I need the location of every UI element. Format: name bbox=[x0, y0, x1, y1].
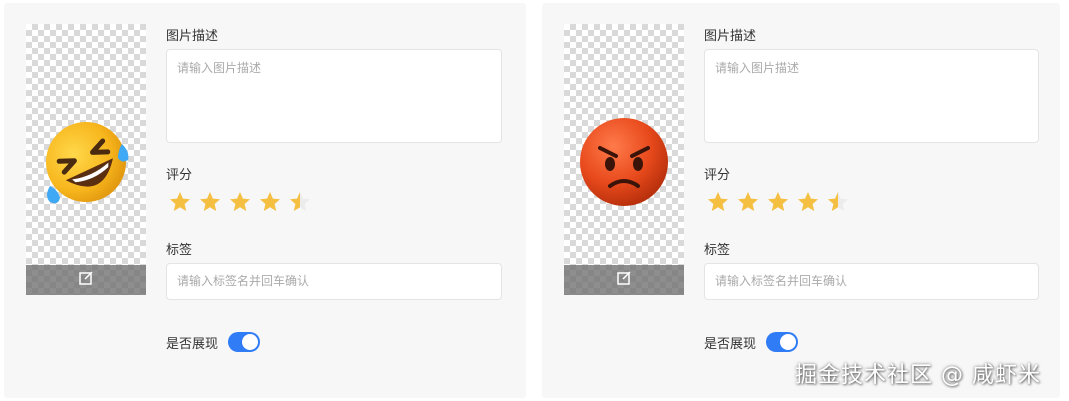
toggle-knob bbox=[242, 334, 259, 350]
star-icon[interactable] bbox=[198, 190, 222, 214]
description-textarea[interactable]: 请输入图片描述 bbox=[704, 49, 1039, 143]
description-label: 图片描述 bbox=[166, 29, 219, 44]
rating-label: 评分 bbox=[166, 168, 193, 183]
image-preview[interactable] bbox=[26, 24, 146, 295]
star-icon[interactable] bbox=[796, 190, 820, 214]
tags-placeholder: 请输入标签名并回车确认 bbox=[715, 274, 848, 288]
tags-label: 标签 bbox=[166, 243, 193, 258]
image-toolbar bbox=[26, 265, 146, 295]
edit-icon[interactable] bbox=[616, 270, 632, 290]
rating-stars[interactable] bbox=[706, 190, 850, 214]
show-label: 是否展现 bbox=[166, 336, 219, 352]
tags-label: 标签 bbox=[704, 243, 731, 258]
show-toggle-row: 是否展现 bbox=[704, 332, 799, 352]
edit-icon[interactable] bbox=[78, 270, 94, 290]
watermark: 掘金技术社区 @ 咸虾米 bbox=[795, 363, 1041, 388]
image-card-1: 图片描述 请输入图片描述 评分 标签 请输入标签名并回车确认 是否展现 bbox=[4, 3, 526, 398]
show-toggle-row: 是否展现 bbox=[166, 332, 261, 352]
rating-stars[interactable] bbox=[168, 190, 312, 214]
toggle-knob bbox=[780, 334, 797, 350]
show-toggle[interactable] bbox=[766, 332, 799, 352]
laughing-emoji-image bbox=[38, 114, 134, 210]
description-placeholder: 请输入图片描述 bbox=[177, 61, 262, 75]
star-icon[interactable] bbox=[288, 190, 312, 214]
image-preview[interactable] bbox=[564, 24, 684, 295]
rating-label: 评分 bbox=[704, 168, 731, 183]
star-icon[interactable] bbox=[228, 190, 252, 214]
description-textarea[interactable]: 请输入图片描述 bbox=[166, 49, 502, 143]
star-icon[interactable] bbox=[258, 190, 282, 214]
tags-input[interactable]: 请输入标签名并回车确认 bbox=[704, 263, 1039, 300]
star-icon[interactable] bbox=[736, 190, 760, 214]
description-label: 图片描述 bbox=[704, 29, 757, 44]
star-icon[interactable] bbox=[826, 190, 850, 214]
image-toolbar bbox=[564, 265, 684, 295]
star-icon[interactable] bbox=[706, 190, 730, 214]
tags-input[interactable]: 请输入标签名并回车确认 bbox=[166, 263, 502, 300]
show-label: 是否展现 bbox=[704, 336, 757, 352]
star-icon[interactable] bbox=[168, 190, 192, 214]
description-placeholder: 请输入图片描述 bbox=[715, 61, 800, 75]
tags-placeholder: 请输入标签名并回车确认 bbox=[177, 274, 310, 288]
show-toggle[interactable] bbox=[228, 332, 261, 352]
angry-emoji-image bbox=[576, 114, 672, 210]
image-card-2: 图片描述 请输入图片描述 评分 标签 请输入标签名并回车确认 是否展现 bbox=[542, 3, 1060, 398]
star-icon[interactable] bbox=[766, 190, 790, 214]
